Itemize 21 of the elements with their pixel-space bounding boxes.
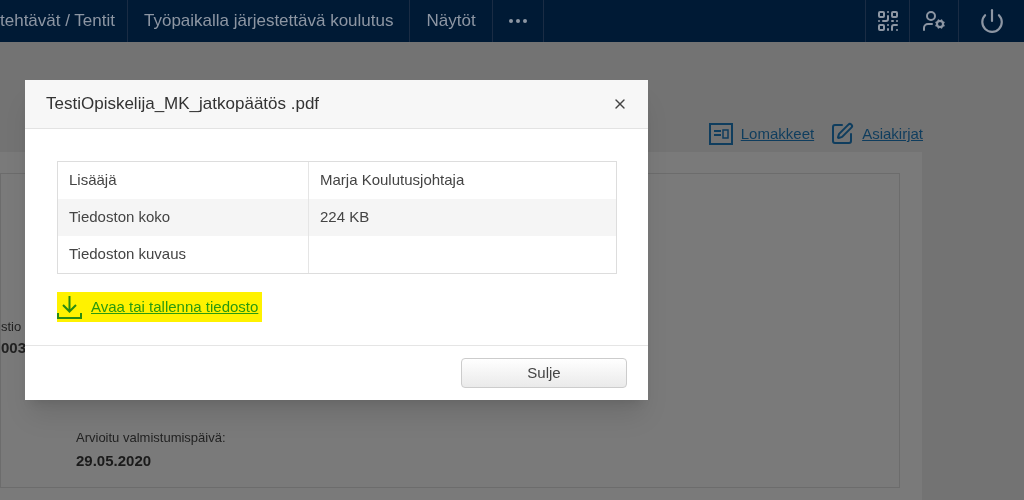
table-cell: Tiedoston kuvaus [58, 236, 309, 273]
power-icon [978, 8, 1005, 34]
qr-code-icon [875, 9, 900, 33]
table-cell: Tiedoston koko [58, 199, 309, 236]
nav-tab[interactable]: tehtävät / Tentit [0, 0, 128, 42]
download-icon [57, 294, 82, 320]
field-text: stio [1, 318, 22, 336]
field-text: 003 [1, 338, 27, 358]
dialog-title: TestiOpiskelija_MK_jatkopäätös .pdf [46, 93, 320, 116]
download-link[interactable]: Avaa tai tallenna tiedosto [57, 292, 263, 322]
table-cell-text: 224 KB [319, 207, 370, 228]
field-label: Arvioitu valmistumispäivä: [76, 429, 226, 447]
nav-tab[interactable]: Näytöt [410, 0, 493, 42]
table-cell-text: Marja Koulutusjohtaja [319, 170, 465, 191]
user-gear-icon [922, 9, 946, 33]
field-value: 29.05.2020 [76, 450, 153, 471]
form-icon [708, 123, 733, 145]
pen-document-icon [830, 122, 855, 146]
more-icon [508, 19, 527, 23]
nav-tab[interactable]: Työpaikalla järjestettävä koulutus [128, 0, 411, 42]
close-dialog-button[interactable]: Sulje [461, 358, 627, 388]
